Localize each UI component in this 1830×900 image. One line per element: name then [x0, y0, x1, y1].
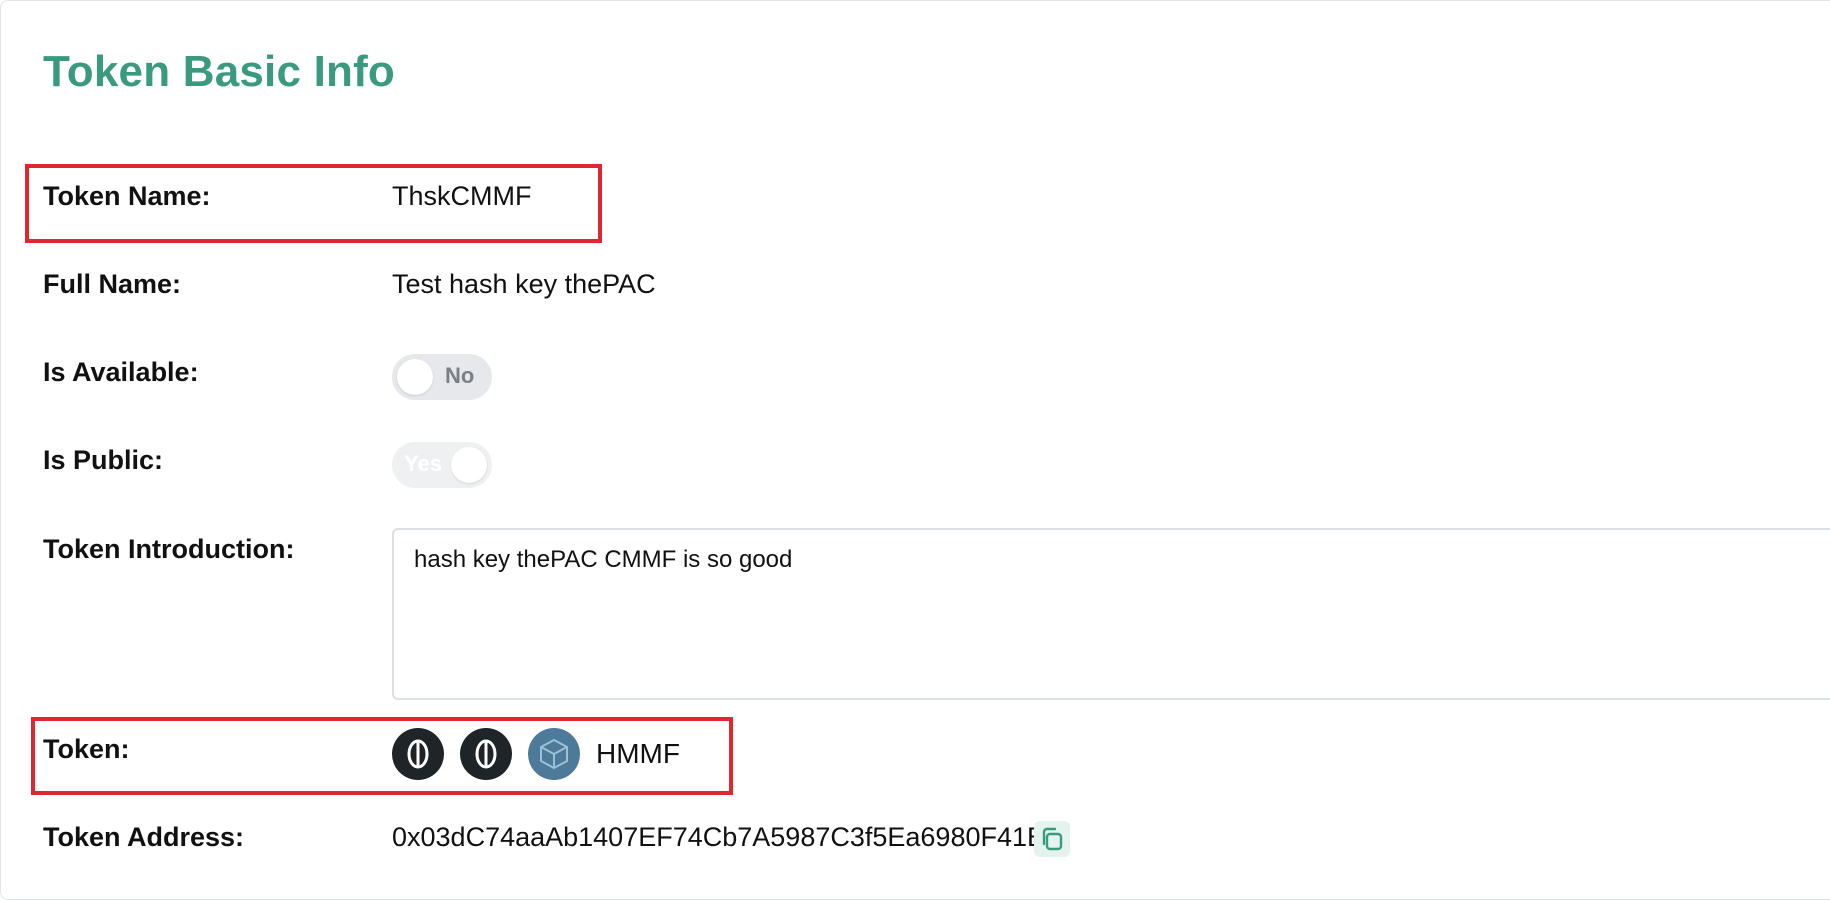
- token-symbol: HMMF: [596, 738, 680, 769]
- copy-icon: [1042, 827, 1063, 851]
- cube-logo-icon: [528, 728, 580, 780]
- is-available-label: Is Available:: [43, 357, 199, 387]
- is-available-toggle[interactable]: No: [392, 354, 492, 400]
- token-address-label: Token Address:: [43, 822, 245, 852]
- token-address-value: 0x03dC74aaAb1407EF74Cb7A5987C3f5Ea6980F4…: [392, 822, 1046, 852]
- token-introduction-label: Token Introduction:: [43, 534, 295, 564]
- chain-logo-icon: [460, 728, 512, 780]
- token-label: Token:: [43, 734, 130, 764]
- is-public-toggle-text: Yes: [404, 451, 442, 476]
- is-public-label: Is Public:: [43, 445, 164, 475]
- chain-logo-icon: [392, 728, 444, 780]
- chain-logo-glyph: [407, 739, 429, 769]
- token-name-label: Token Name:: [43, 181, 211, 211]
- token-name-value: ThskCMMF: [392, 181, 532, 211]
- token-basic-info-card: Token Basic Info Token Name: ThskCMMF Fu…: [0, 0, 1830, 900]
- chain-logo-glyph: [475, 739, 497, 769]
- is-available-toggle-text: No: [445, 363, 475, 388]
- toggle-knob: [451, 447, 487, 483]
- token-icons-group: HMMF: [392, 728, 792, 780]
- copy-address-button[interactable]: [1034, 821, 1070, 857]
- full-name-value: Test hash key thePAC: [392, 269, 656, 299]
- page-title: Token Basic Info: [43, 47, 395, 96]
- cube-logo-glyph: [540, 738, 568, 770]
- toggle-knob: [397, 359, 433, 395]
- is-public-toggle[interactable]: Yes: [392, 442, 492, 488]
- token-introduction-textarea[interactable]: hash key thePAC CMMF is so good: [392, 528, 1830, 700]
- full-name-label: Full Name:: [43, 269, 182, 299]
